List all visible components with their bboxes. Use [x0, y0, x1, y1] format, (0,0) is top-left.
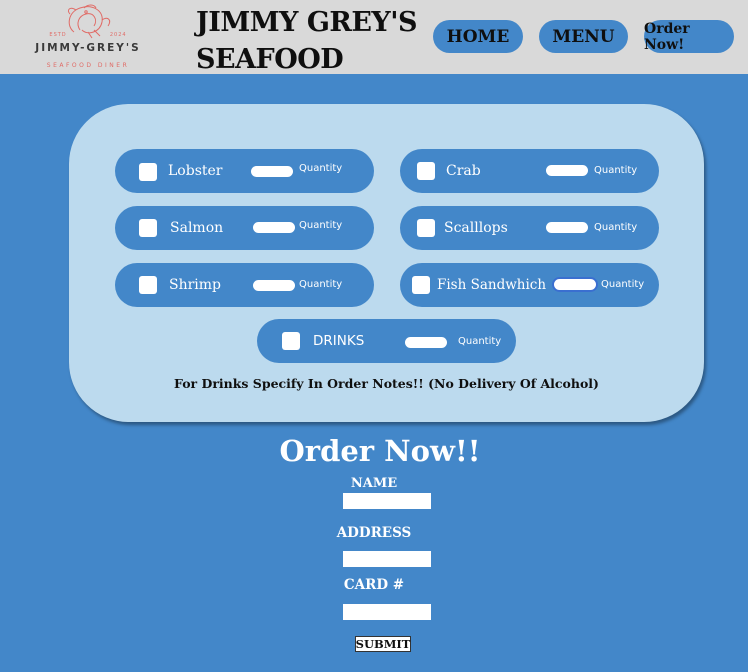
name-label: NAME — [350, 476, 398, 491]
menu-item-shrimp: Shrimp Quantity — [115, 263, 374, 307]
crab-quantity-input[interactable] — [546, 165, 588, 176]
site-title-line-1: JIMMY GREY'S — [196, 7, 417, 38]
lobster-checkbox[interactable] — [139, 163, 157, 181]
shrimp-checkbox[interactable] — [139, 276, 157, 294]
submit-button[interactable]: SUBMIT — [355, 636, 411, 652]
salmon-checkbox[interactable] — [139, 219, 157, 237]
menu-item-label: Shrimp — [169, 277, 222, 293]
fish-sandwich-quantity-input[interactable] — [554, 279, 596, 290]
logo-name: JIMMY-GREY'S — [35, 42, 141, 54]
quantity-label: Quantity — [299, 163, 343, 174]
order-now-heading: Order Now!! — [279, 434, 481, 468]
nav-home-button[interactable]: HOME — [433, 20, 523, 53]
menu-item-drinks: DRINKS Quantity — [257, 319, 516, 363]
quantity-label: Quantity — [299, 279, 343, 290]
menu-item-crab: Crab Quantity — [400, 149, 659, 193]
address-label: ADDRESS — [336, 525, 412, 541]
logo-est: ESTD — [49, 32, 67, 38]
salmon-quantity-input[interactable] — [253, 222, 295, 233]
drinks-quantity-input[interactable] — [405, 337, 447, 348]
card-label: CARD # — [343, 577, 405, 593]
site-title: JIMMY GREY'S SEAFOOD — [196, 4, 426, 78]
nav-order-now-button[interactable]: Order Now! — [644, 20, 734, 53]
address-field[interactable] — [343, 551, 431, 567]
fish-sandwich-checkbox[interactable] — [412, 276, 430, 294]
menu-item-label: Lobster — [168, 163, 223, 179]
menu-item-lobster: Lobster Quantity — [115, 149, 374, 193]
crab-checkbox[interactable] — [417, 162, 435, 180]
menu-item-salmon: Salmon Quantity — [115, 206, 374, 250]
nav-menu-button[interactable]: MENU — [539, 20, 628, 53]
menu-item-scallops: Scalllops Quantity — [400, 206, 659, 250]
site-header: ESTD 2024 JIMMY-GREY'S SEAFOOD DINER JIM… — [0, 0, 748, 75]
quantity-label: Quantity — [299, 220, 343, 231]
drinks-note: For Drinks Specify In Order Notes!! (No … — [174, 376, 599, 391]
menu-item-label: Crab — [446, 163, 481, 179]
scallops-quantity-input[interactable] — [546, 222, 588, 233]
logo-subtitle: SEAFOOD DINER — [46, 62, 130, 69]
logo-year: 2024 — [109, 32, 127, 38]
quantity-label: Quantity — [594, 222, 638, 233]
quantity-label: Quantity — [458, 336, 502, 347]
scallops-checkbox[interactable] — [417, 219, 435, 237]
site-title-line-2: SEAFOOD — [196, 44, 344, 75]
menu-item-label: Salmon — [170, 220, 224, 236]
lobster-quantity-input[interactable] — [251, 166, 293, 177]
shrimp-quantity-input[interactable] — [253, 280, 295, 291]
quantity-label: Quantity — [601, 279, 645, 290]
quantity-label: Quantity — [594, 165, 638, 176]
menu-item-label: DRINKS — [313, 333, 365, 349]
menu-item-label: Fish Sandwhich — [437, 277, 547, 293]
drinks-checkbox[interactable] — [282, 332, 300, 350]
menu-item-fish-sandwich: Fish Sandwhich Quantity — [400, 263, 659, 307]
name-field[interactable] — [343, 493, 431, 509]
menu-item-label: Scalllops — [444, 220, 508, 236]
menu-panel: Lobster Quantity Crab Quantity Salmon Qu… — [69, 104, 704, 422]
card-number-field[interactable] — [343, 604, 431, 620]
logo[interactable]: ESTD 2024 JIMMY-GREY'S SEAFOOD DINER — [22, 2, 154, 72]
